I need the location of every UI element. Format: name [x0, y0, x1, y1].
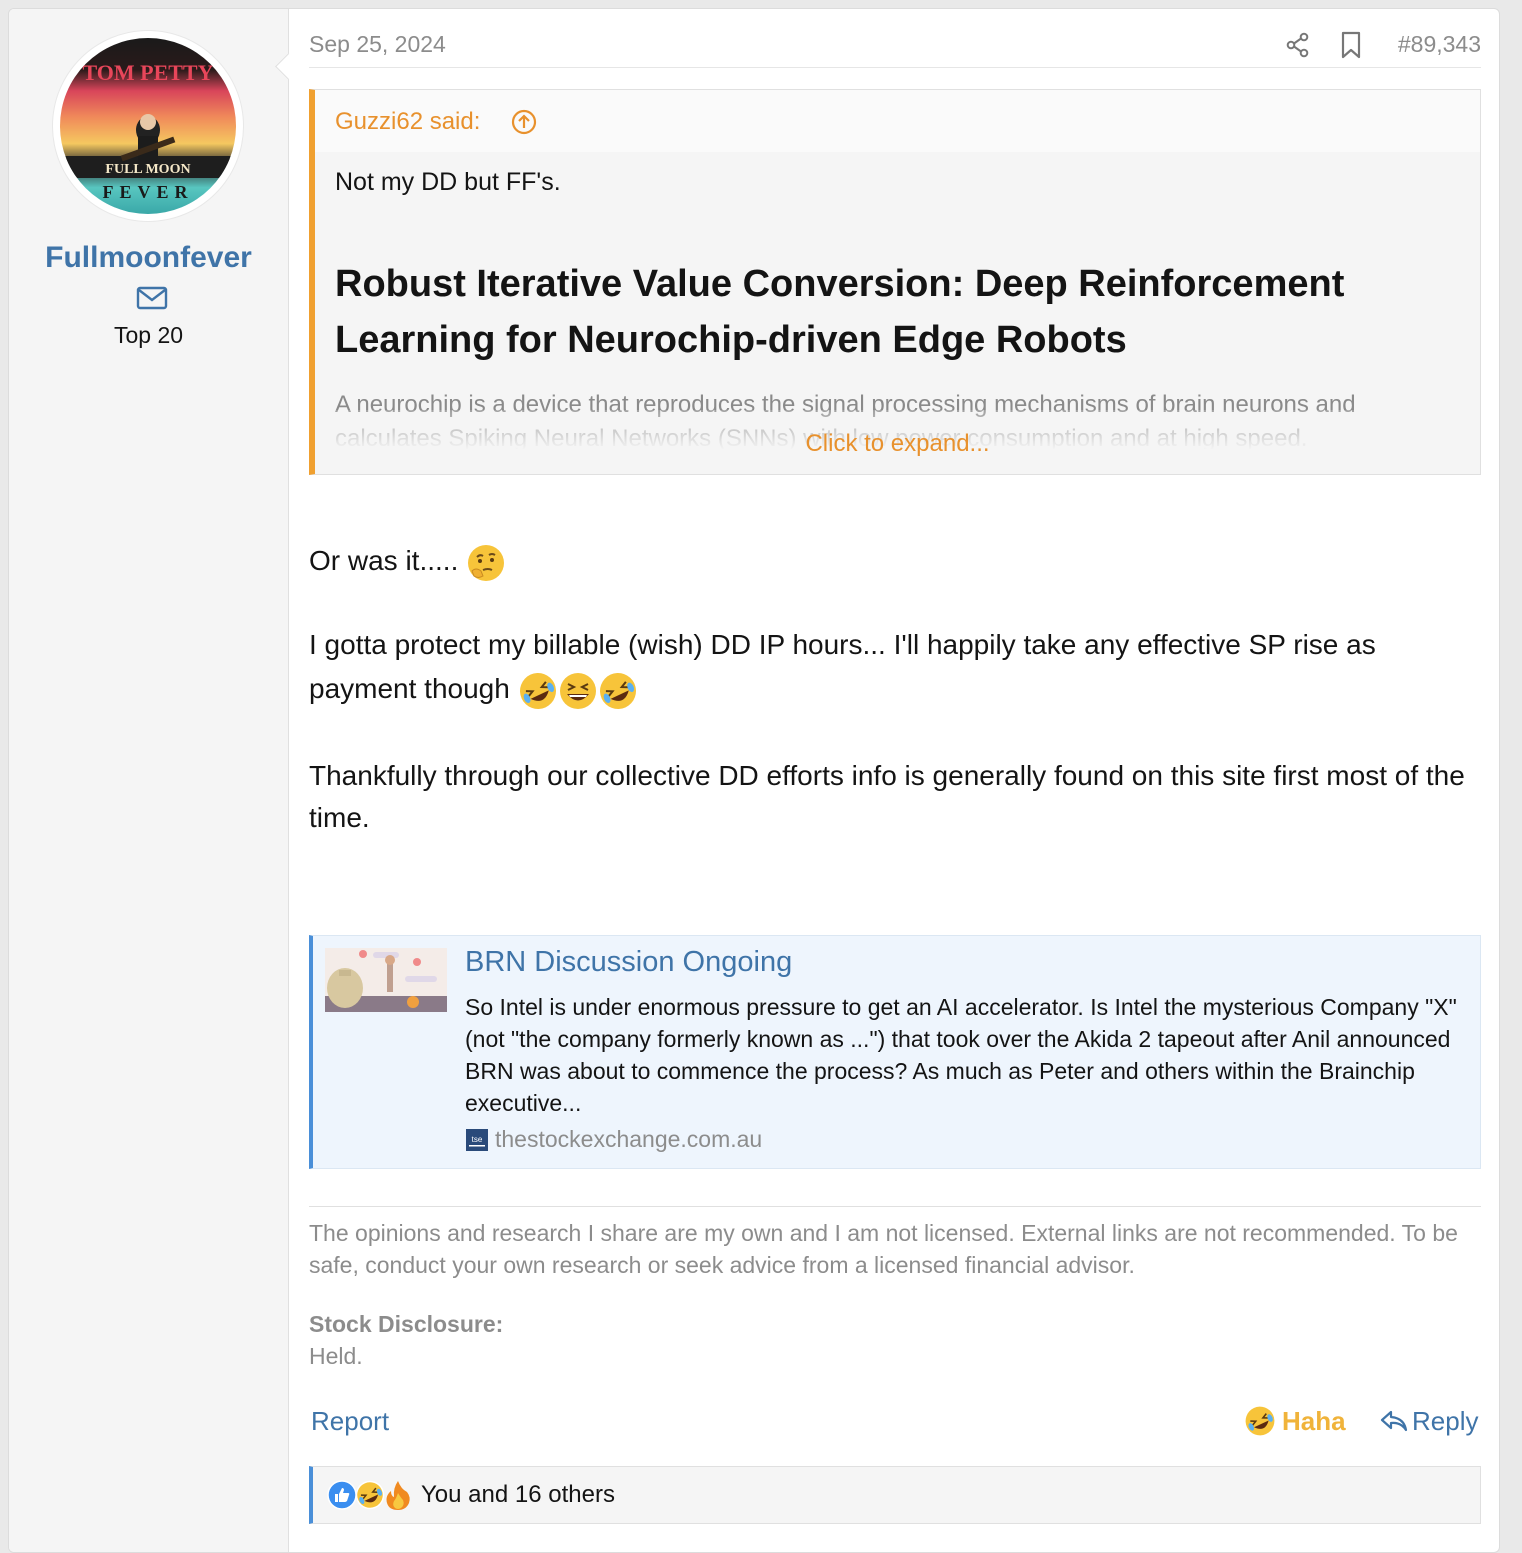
site-favicon-text: tse — [472, 1135, 483, 1144]
post-date[interactable]: Sep 25, 2024 — [309, 31, 446, 58]
rofl-icon — [1245, 1406, 1275, 1436]
reactions-text[interactable]: You and 16 others — [421, 1481, 615, 1509]
share-icon[interactable] — [1285, 32, 1311, 58]
fire-icon — [386, 1481, 410, 1510]
report-button[interactable]: Report — [311, 1406, 389, 1437]
disclosure-label: Stock Disclosure: — [309, 1311, 504, 1337]
body-paragraph-text: Or was it..... — [309, 545, 459, 576]
signature: The opinions and research I share are my… — [309, 1206, 1481, 1281]
grinning-squinting-icon — [559, 672, 596, 709]
link-preview-thumbnail — [325, 948, 447, 1012]
thinking-face-icon — [468, 544, 505, 581]
disclosure-value: Held. — [309, 1343, 363, 1369]
quote-header: Guzzi62 said: — [315, 90, 1480, 152]
quote-block: Guzzi62 said: Not my DD but FF's. Robust… — [309, 89, 1481, 475]
bookmark-icon[interactable] — [1340, 31, 1362, 59]
like-icon — [327, 1480, 357, 1510]
user-title: Top 20 — [113, 322, 184, 348]
reply-label: Reply — [1412, 1406, 1479, 1436]
avatar-middle-text: FULL MOON — [105, 162, 190, 177]
quote-text: Not my DD but FF's. — [335, 168, 561, 196]
haha-label: Haha — [1282, 1406, 1346, 1436]
username[interactable]: Fullmoonfever — [9, 241, 288, 275]
avatar[interactable]: TOM PETTY FULL MOON FEVER — [53, 31, 243, 221]
mail-icon[interactable] — [136, 285, 168, 311]
rofl-icon — [519, 672, 556, 709]
link-preview-description: So Intel is under enormous pressure to g… — [465, 994, 1457, 1116]
link-preview-card[interactable]: BRN Discussion Ongoing So Intel is under… — [309, 935, 1481, 1169]
avatar-bottom-text: FEVER — [102, 182, 193, 202]
reactions-summary[interactable]: You and 16 others — [309, 1466, 1481, 1524]
quote-author[interactable]: Guzzi62 said: — [335, 108, 480, 136]
reply-icon — [1380, 1410, 1408, 1432]
body-paragraph-text: Thankfully through our collective DD eff… — [309, 760, 1465, 833]
quote-title: Robust Iterative Value Conversion: Deep … — [335, 263, 1345, 361]
body-paragraph-text: I gotta protect my billable (wish) DD IP… — [309, 629, 1376, 704]
user-sidebar: TOM PETTY FULL MOON FEVER Fullmoonfever … — [9, 9, 289, 1552]
link-preview-domain: thestockexchange.com.au — [495, 1126, 763, 1152]
site-favicon-icon: tse — [466, 1129, 488, 1151]
post-content: Sep 25, 2024 #89,343 Guzzi62 said: Not m… — [309, 9, 1481, 1552]
body-paragraph: Or was it..... — [309, 539, 506, 583]
rofl-icon — [599, 672, 636, 709]
avatar-top-text: TOM PETTY — [82, 60, 213, 85]
body-paragraph: I gotta protect my billable (wish) DD IP… — [309, 623, 1481, 711]
haha-icon — [355, 1480, 385, 1510]
avatar-image: TOM PETTY FULL MOON FEVER — [60, 38, 236, 214]
link-preview-title[interactable]: BRN Discussion Ongoing — [465, 946, 792, 979]
arrow-up-circle-icon[interactable] — [511, 109, 537, 135]
message-post: TOM PETTY FULL MOON FEVER Fullmoonfever … — [8, 8, 1500, 1553]
post-meta: Sep 25, 2024 #89,343 — [309, 31, 1481, 68]
post-number[interactable]: #89,343 — [1398, 31, 1481, 58]
click-to-expand-link[interactable]: Click to expand... — [315, 430, 1480, 458]
